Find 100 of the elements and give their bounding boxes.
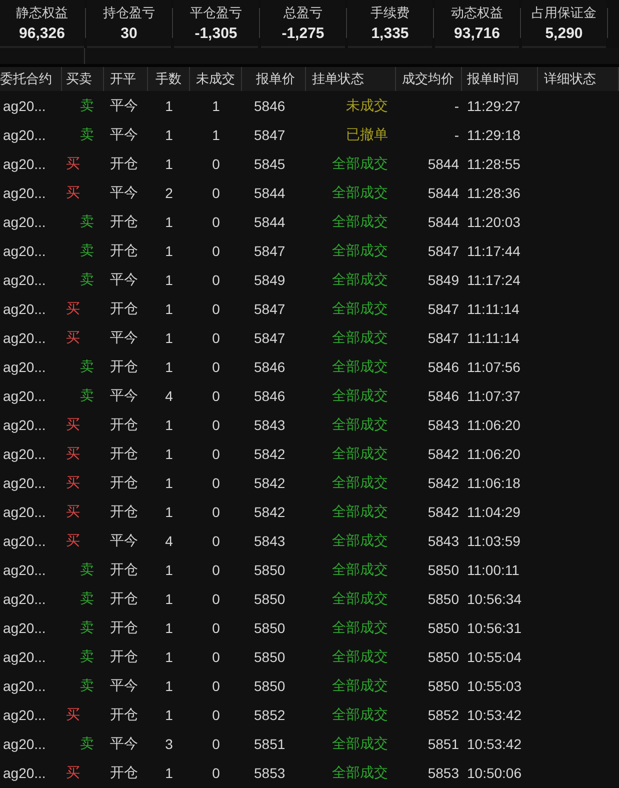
contract-cell-text: ag20... — [2, 272, 47, 288]
summary-label: 静态权益 — [16, 4, 68, 22]
average-price-cell-text: 5847 — [426, 242, 460, 258]
status-cell-text: 全部成交 — [331, 242, 389, 260]
offset-cell-text: 开仓 — [109, 474, 139, 492]
average-price-cell-text: 5847 — [426, 300, 460, 316]
average-price-cell-text: 5844 — [426, 156, 460, 172]
unfilled-cell-text: 0 — [211, 736, 221, 752]
unfilled-cell-text: 0 — [211, 764, 221, 780]
quantity-cell-text: 1 — [164, 272, 174, 288]
side-cell-text: 卖 — [79, 676, 95, 694]
status-cell-text: 全部成交 — [331, 734, 389, 752]
price-cell-text: 5850 — [253, 562, 286, 578]
contract-cell-text: ag20... — [2, 330, 47, 346]
status-cell-text: 全部成交 — [331, 532, 389, 550]
time-cell-text: 11:00:11 — [466, 562, 520, 578]
side-cell-text: 买 — [65, 706, 81, 724]
side-cell-text: 卖 — [79, 270, 95, 288]
side-cell-text: 买 — [65, 502, 81, 520]
average-price-cell-text: 5850 — [426, 678, 460, 694]
time-cell-text: 11:06:20 — [466, 446, 522, 462]
column-header[interactable]: 报单时间 — [462, 67, 538, 91]
average-price-cell-text: - — [453, 126, 460, 142]
status-cell-text: 全部成交 — [331, 184, 389, 202]
average-price-cell-text: 5846 — [426, 388, 460, 404]
quantity-cell-text: 4 — [164, 532, 174, 548]
status-cell-text: 全部成交 — [331, 560, 389, 578]
contract-cell-text: ag20... — [2, 242, 47, 258]
average-price-cell-text: 5842 — [426, 446, 460, 462]
side-cell-text: 卖 — [79, 242, 95, 260]
price-cell-text: 5847 — [253, 300, 286, 316]
unfilled-cell-text: 0 — [211, 416, 221, 432]
time-cell-text: 10:53:42 — [466, 736, 522, 752]
contract-cell-text: ag20... — [2, 504, 47, 520]
average-price-cell-text: 5843 — [426, 416, 460, 432]
status-cell-text: 全部成交 — [331, 590, 389, 608]
price-cell-text: 5846 — [253, 98, 286, 114]
contract-cell-text: ag20... — [2, 706, 47, 722]
column-header[interactable]: 委托合约 — [0, 67, 62, 91]
offset-cell-text: 开仓 — [109, 212, 139, 230]
quantity-cell-text: 1 — [164, 416, 174, 432]
price-cell-text: 5847 — [253, 330, 286, 346]
price-cell-text: 5842 — [253, 474, 286, 490]
offset-cell-text: 平今 — [109, 734, 139, 752]
column-header[interactable]: 买卖 — [62, 67, 104, 91]
price-cell-text: 5842 — [253, 446, 286, 462]
side-cell-text: 买 — [65, 764, 81, 782]
side-cell-text: 卖 — [79, 358, 95, 376]
average-price-cell-text: 5850 — [426, 620, 460, 636]
unfilled-cell-text: 0 — [211, 156, 221, 172]
status-cell-text: 全部成交 — [331, 386, 389, 404]
status-cell-text: 全部成交 — [331, 328, 389, 346]
quantity-cell-text: 3 — [164, 736, 174, 752]
summary-value: 1,335 — [371, 25, 409, 42]
summary-value: 96,326 — [19, 25, 65, 42]
offset-cell-text: 平今 — [109, 184, 139, 202]
column-header[interactable]: 报单价 — [242, 67, 306, 91]
time-cell-text: 10:53:42 — [466, 706, 522, 722]
price-cell-text: 5844 — [253, 184, 286, 200]
column-header[interactable]: 开平 — [104, 67, 148, 91]
side-cell-text: 卖 — [79, 590, 95, 608]
time-cell-text: 11:04:29 — [466, 504, 522, 520]
offset-cell-text: 开仓 — [109, 242, 139, 260]
status-cell-text: 已撤单 — [345, 126, 389, 144]
side-cell-text: 卖 — [79, 212, 95, 230]
contract-cell-text: ag20... — [2, 184, 47, 200]
summary-label: 持仓盈亏 — [103, 4, 155, 22]
offset-cell-text: 平今 — [109, 96, 139, 114]
price-cell-text: 5850 — [253, 620, 286, 636]
offset-cell-text: 平今 — [109, 270, 139, 288]
quantity-cell-text: 2 — [164, 184, 174, 200]
quantity-cell-text: 4 — [164, 388, 174, 404]
contract-cell-text: ag20... — [2, 388, 47, 404]
contract-cell-text: ag20... — [2, 532, 47, 548]
side-cell-text: 卖 — [79, 648, 95, 666]
unfilled-cell-text: 0 — [211, 474, 221, 490]
average-price-cell-text: 5842 — [426, 504, 460, 520]
quantity-cell-text: 1 — [164, 764, 174, 780]
average-price-cell-text: 5852 — [426, 706, 460, 722]
column-header[interactable]: 未成交 — [190, 67, 242, 91]
offset-cell-text: 开仓 — [109, 560, 139, 578]
offset-cell-text: 平今 — [109, 126, 139, 144]
time-cell-text: 11:11:14 — [466, 330, 520, 346]
time-cell-text: 10:56:34 — [466, 590, 522, 606]
quantity-cell-text: 1 — [164, 242, 174, 258]
quantity-cell-text: 1 — [164, 648, 174, 664]
column-header[interactable]: 成交均价 — [396, 67, 462, 91]
offset-cell-text: 开仓 — [109, 358, 139, 376]
offset-cell-text: 开仓 — [109, 648, 139, 666]
offset-cell-text: 开仓 — [109, 706, 139, 724]
unfilled-cell-text: 0 — [211, 620, 221, 636]
column-header[interactable]: 详细状态 — [538, 67, 619, 91]
status-cell-text: 全部成交 — [331, 300, 389, 318]
offset-cell-text: 开仓 — [109, 416, 139, 434]
side-cell-text: 买 — [65, 154, 81, 172]
column-header[interactable]: 挂单状态 — [306, 67, 396, 91]
column-header[interactable]: 手数 — [148, 67, 190, 91]
price-cell-text: 5844 — [253, 214, 286, 230]
price-cell-text: 5847 — [253, 126, 286, 142]
price-cell-text: 5850 — [253, 678, 286, 694]
